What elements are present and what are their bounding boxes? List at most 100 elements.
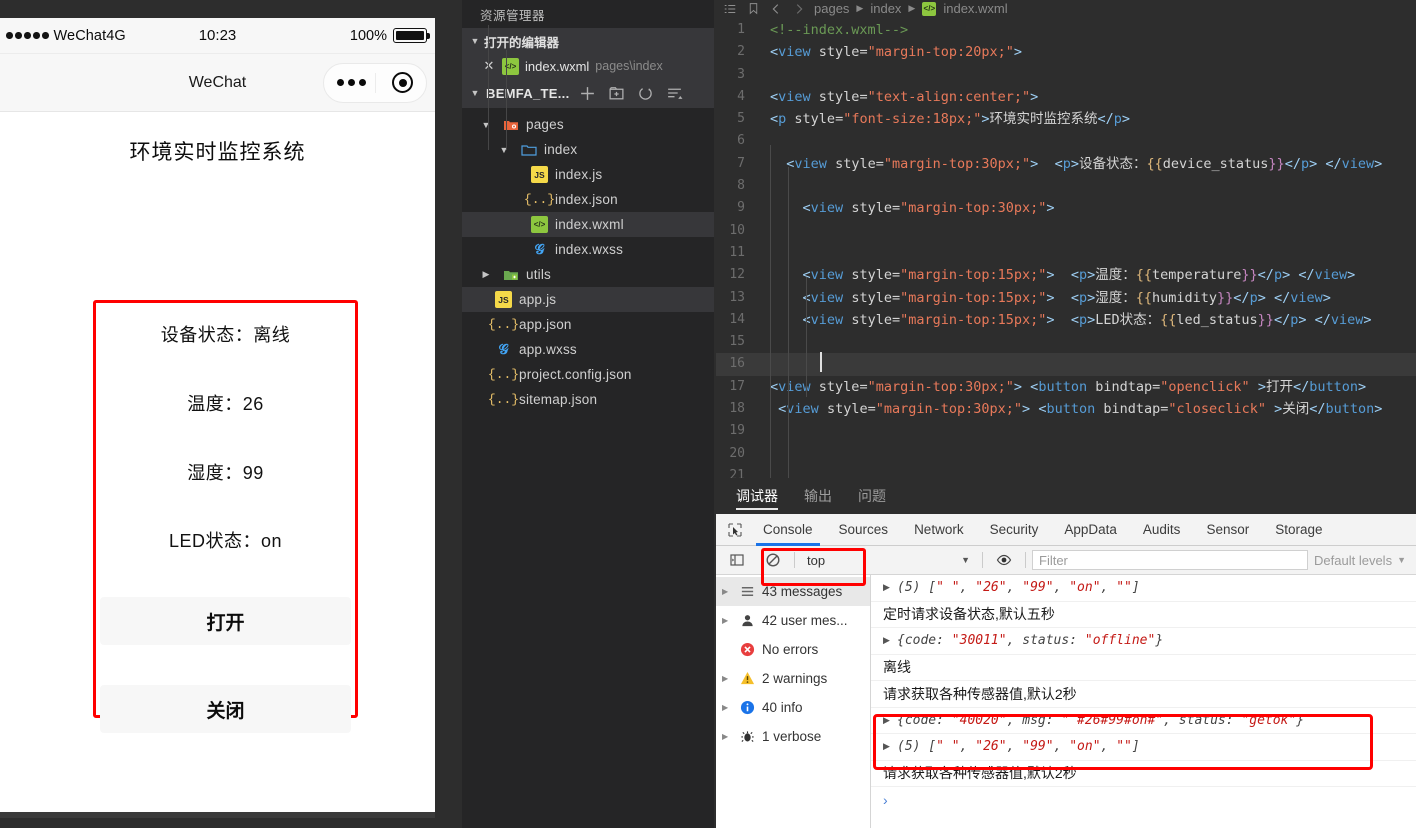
collapse-all-icon[interactable] bbox=[666, 85, 683, 102]
close-button[interactable]: 关闭 bbox=[100, 685, 351, 733]
code-line-20[interactable]: 20 bbox=[716, 443, 1416, 465]
devtools-tab-network[interactable]: Network bbox=[901, 514, 977, 546]
chevron-right-icon[interactable]: ▶ bbox=[722, 616, 732, 625]
chevron-down-icon[interactable]: ▼ bbox=[477, 120, 495, 130]
tree-item-index[interactable]: ▼ index bbox=[462, 137, 714, 162]
breadcrumb[interactable]: pages ▶ index ▶ </> index.wxml bbox=[716, 0, 1416, 17]
more-menu-icon[interactable] bbox=[337, 79, 366, 86]
code-line-4[interactable]: 4 <view style="text-align:center;"> bbox=[716, 86, 1416, 108]
tree-item-sitemap-json[interactable]: {..} sitemap.json bbox=[462, 387, 714, 412]
chevron-down-icon[interactable]: ▼ bbox=[495, 145, 513, 155]
breadcrumb-pages[interactable]: pages bbox=[814, 1, 849, 16]
console-log-entry-3[interactable]: 离线 bbox=[871, 655, 1416, 681]
chevron-right-icon[interactable]: ▶ bbox=[722, 703, 732, 712]
console-sidebar-info[interactable]: ▶ 40 info bbox=[716, 693, 870, 722]
execution-context-selector[interactable]: top ▼ bbox=[801, 553, 976, 568]
console-log-entry-6[interactable]: ▶ (5) [" ", "26", "99", "on", ""] bbox=[871, 734, 1416, 761]
bookmark-icon[interactable] bbox=[745, 2, 761, 16]
tree-item-pages[interactable]: ▼ pages bbox=[462, 112, 714, 137]
code-line-17[interactable]: 17 <view style="margin-top:30px;"> <butto… bbox=[716, 376, 1416, 398]
console-sidebar-user[interactable]: ▶ 42 user mes... bbox=[716, 606, 870, 635]
code-line-5[interactable]: 5 <p style="font-size:18px;">环境实时监控系统</p> bbox=[716, 108, 1416, 130]
tree-item-index-js[interactable]: JS index.js bbox=[462, 162, 714, 187]
tree-item-index-wxss[interactable]: 𝒢index.wxss bbox=[462, 237, 714, 262]
console-log-entry-5[interactable]: ▶ {code: "40020", msg: " #26#99#on#", sta… bbox=[871, 708, 1416, 734]
code-line-14[interactable]: 14 <view style="margin-top:15px;"> <p>LE… bbox=[716, 309, 1416, 331]
open-editors-section-header[interactable]: ▼ 打开的编辑器 bbox=[462, 28, 714, 54]
console-filter-input[interactable]: Filter bbox=[1032, 550, 1309, 570]
code-line-1[interactable]: 1 <!--index.wxml--> bbox=[716, 19, 1416, 41]
tree-item-app-wxss[interactable]: 𝒢app.wxss bbox=[462, 337, 714, 362]
code-line-9[interactable]: 9 <view style="margin-top:30px;"> bbox=[716, 197, 1416, 219]
code-line-7[interactable]: 7 <view style="margin-top:30px;"> <p>设备状… bbox=[716, 153, 1416, 175]
expand-arrow-icon[interactable]: ▶ bbox=[883, 635, 891, 646]
close-miniprogram-icon[interactable] bbox=[392, 72, 413, 93]
tree-item-app-js[interactable]: JS app.js bbox=[462, 287, 714, 312]
code-line-3[interactable]: 3 bbox=[716, 64, 1416, 86]
back-arrow-icon[interactable] bbox=[768, 2, 784, 16]
console-log-entry-4[interactable]: 请求获取各种传感器值,默认2秒 bbox=[871, 681, 1416, 708]
expand-arrow-icon[interactable]: ▶ bbox=[883, 715, 891, 726]
project-section-header[interactable]: ▼ BEMFA_TE... bbox=[462, 78, 714, 108]
chevron-right-icon[interactable]: ▶ bbox=[722, 674, 732, 683]
code-line-6[interactable]: 6 bbox=[716, 130, 1416, 152]
devtools-tab-1[interactable]: 输出 bbox=[804, 478, 832, 514]
inspect-element-icon[interactable] bbox=[720, 515, 750, 545]
tree-item-index-wxml[interactable]: </> index.wxml bbox=[462, 212, 714, 237]
toggle-sidebar-icon[interactable] bbox=[722, 545, 752, 575]
log-levels-selector[interactable]: Default levels ▼ bbox=[1314, 553, 1410, 568]
wechat-capsule-button[interactable] bbox=[323, 62, 427, 103]
console-log-entry-7[interactable]: 请求获取各种传感器值,默认2秒 bbox=[871, 761, 1416, 787]
devtools-tab-sensor[interactable]: Sensor bbox=[1193, 514, 1262, 546]
code-line-18[interactable]: 18 <view style="margin-top:30px;"> <butt… bbox=[716, 398, 1416, 420]
code-line-11[interactable]: 11 bbox=[716, 242, 1416, 264]
console-log-entry-2[interactable]: ▶ {code: "30011", status: "offline"} bbox=[871, 628, 1416, 655]
refresh-icon[interactable] bbox=[637, 85, 654, 102]
close-icon[interactable]: ✕ bbox=[482, 58, 496, 74]
expand-arrow-icon[interactable]: ▶ bbox=[883, 582, 891, 593]
chevron-right-icon[interactable]: ▶ bbox=[722, 587, 732, 596]
tree-item-index-json[interactable]: {..} index.json bbox=[462, 187, 714, 212]
code-line-12[interactable]: 12 <view style="margin-top:15px;"> <p>温度… bbox=[716, 264, 1416, 286]
tree-item-project-config-json[interactable]: {..} project.config.json bbox=[462, 362, 714, 387]
devtools-tab-sources[interactable]: Sources bbox=[826, 514, 902, 546]
outline-icon[interactable] bbox=[722, 2, 738, 16]
devtools-tab-appdata[interactable]: AppData bbox=[1051, 514, 1130, 546]
devtools-tab-security[interactable]: Security bbox=[977, 514, 1052, 546]
code-line-21[interactable]: 21 bbox=[716, 465, 1416, 478]
new-file-icon[interactable] bbox=[579, 85, 596, 102]
code-line-19[interactable]: 19 bbox=[716, 420, 1416, 442]
code-line-10[interactable]: 10 bbox=[716, 220, 1416, 242]
breadcrumb-file[interactable]: index.wxml bbox=[943, 1, 1007, 16]
devtools-tab-2[interactable]: 问题 bbox=[858, 478, 886, 514]
code-line-16[interactable]: 16 bbox=[716, 352, 1416, 376]
console-log-list[interactable]: ▶ (5) [" ", "26", "99", "on", ""] 定时请求设备状态… bbox=[871, 575, 1416, 828]
chevron-right-icon[interactable]: ▶ bbox=[477, 269, 495, 280]
forward-arrow-icon[interactable] bbox=[791, 2, 807, 16]
tree-item-app-json[interactable]: {..} app.json bbox=[462, 312, 714, 337]
tree-item-utils[interactable]: ▶ utils bbox=[462, 262, 714, 287]
console-sidebar-list[interactable]: ▶ 43 messages bbox=[716, 577, 870, 606]
code-line-2[interactable]: 2 <view style="margin-top:20px;"> bbox=[716, 41, 1416, 63]
devtools-tab-storage[interactable]: Storage bbox=[1262, 514, 1335, 546]
code-area[interactable]: 1 <!--index.wxml--> 2 <view style="margin-t… bbox=[716, 17, 1416, 478]
breadcrumb-index[interactable]: index bbox=[870, 1, 901, 16]
code-line-8[interactable]: 8 bbox=[716, 175, 1416, 197]
console-log-entry-0[interactable]: ▶ (5) [" ", "26", "99", "on", ""] bbox=[871, 575, 1416, 602]
clear-console-icon[interactable] bbox=[758, 545, 788, 575]
open-editor-item-index-wxml[interactable]: ✕ </> index.wxml pages\index bbox=[462, 54, 714, 78]
expand-arrow-icon[interactable]: ▶ bbox=[883, 741, 891, 752]
open-button[interactable]: 打开 bbox=[100, 597, 351, 645]
devtools-tab-audits[interactable]: Audits bbox=[1130, 514, 1194, 546]
devtools-tab-console[interactable]: Console bbox=[750, 514, 826, 546]
console-sidebar-warning[interactable]: ▶ 2 warnings bbox=[716, 664, 870, 693]
console-prompt[interactable]: › bbox=[871, 787, 1416, 813]
console-log-entry-1[interactable]: 定时请求设备状态,默认五秒 bbox=[871, 602, 1416, 628]
eye-icon[interactable] bbox=[989, 545, 1019, 575]
code-line-15[interactable]: 15 bbox=[716, 331, 1416, 353]
console-sidebar-error[interactable]: No errors bbox=[716, 635, 870, 664]
devtools-tab-0[interactable]: 调试器 bbox=[736, 478, 778, 514]
console-sidebar-verbose[interactable]: ▶ 1 verbose bbox=[716, 722, 870, 751]
new-folder-icon[interactable] bbox=[608, 85, 625, 102]
chevron-right-icon[interactable]: ▶ bbox=[722, 732, 732, 741]
